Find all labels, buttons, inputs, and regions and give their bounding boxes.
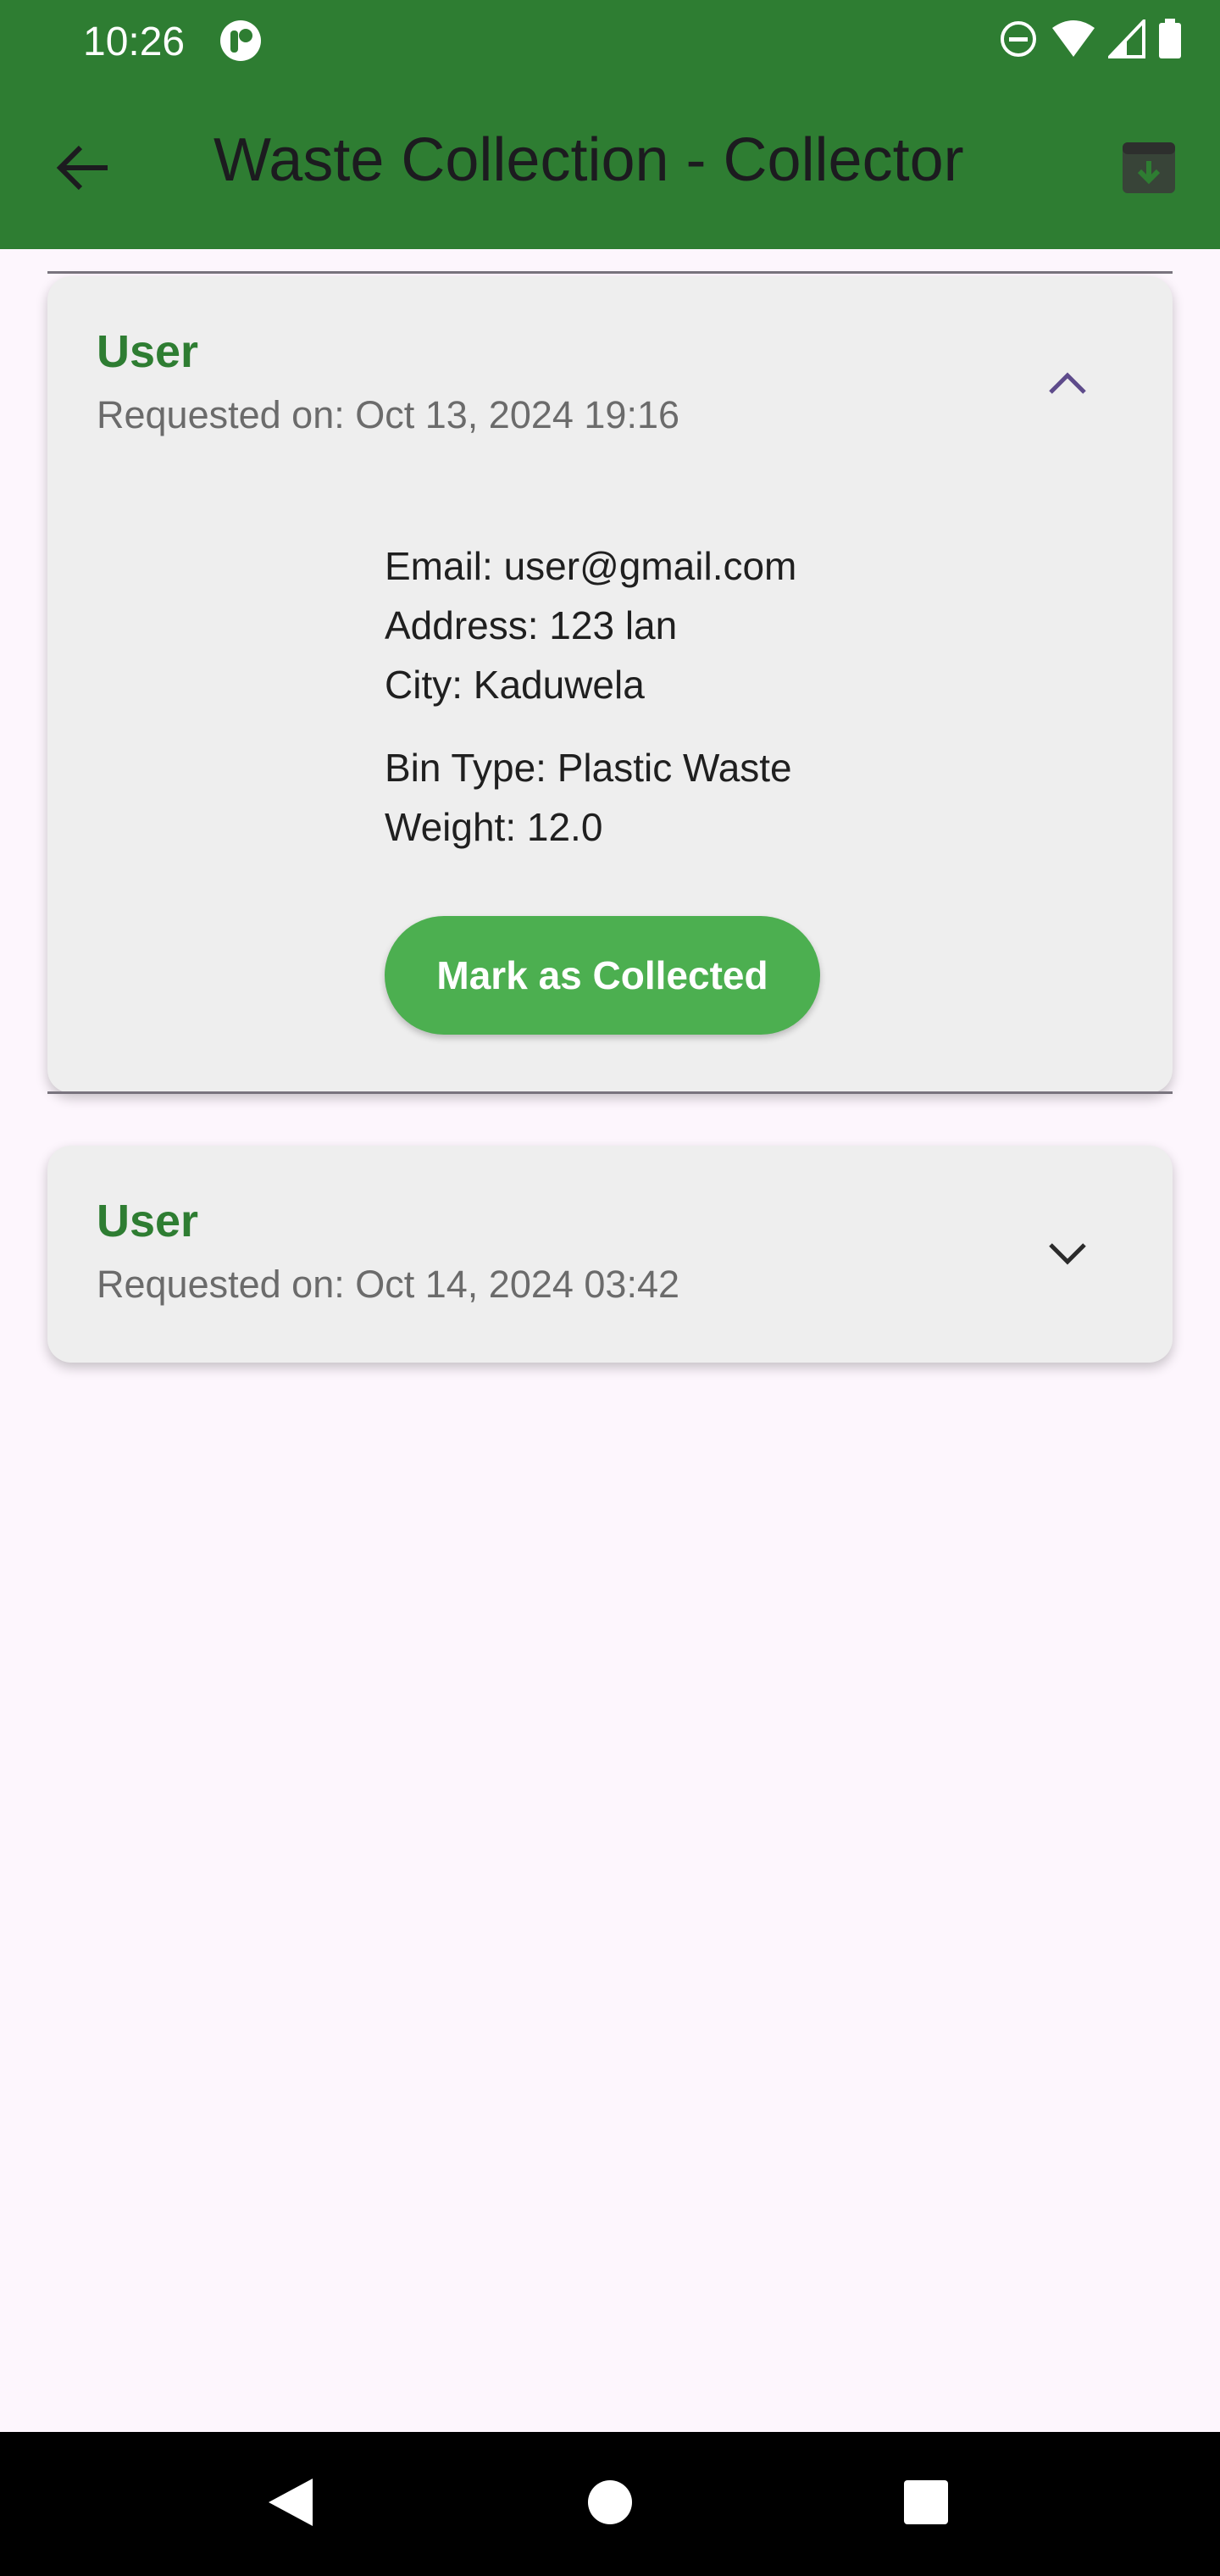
page-title: Waste Collection - Collector bbox=[214, 126, 964, 194]
nav-home-icon bbox=[586, 2479, 634, 2530]
weight-text: Weight: 12.0 bbox=[385, 805, 603, 849]
requester-name: User bbox=[97, 326, 199, 377]
requested-on: Requested on: Oct 14, 2024 03:42 bbox=[97, 1263, 680, 1306]
app-notification-icon bbox=[219, 19, 263, 63]
request-header[interactable]: User Requested on: Oct 13, 2024 19:16 bbox=[47, 276, 1173, 446]
status-time: 10:26 bbox=[83, 19, 186, 64]
archive-icon bbox=[1121, 141, 1177, 199]
request-card-expanded: User Requested on: Oct 13, 2024 19:16 Em… bbox=[47, 276, 1173, 1093]
arrow-back-icon bbox=[55, 144, 111, 196]
chevron-up-icon[interactable] bbox=[1042, 358, 1093, 408]
archive-button[interactable] bbox=[1117, 137, 1181, 202]
battery-icon bbox=[1157, 19, 1183, 59]
nav-home-button[interactable] bbox=[574, 2468, 646, 2540]
system-nav-bar bbox=[0, 2432, 1220, 2576]
app-bar: Waste Collection - Collector bbox=[0, 85, 1220, 249]
status-bar: 10:26 bbox=[0, 0, 1220, 85]
status-icons bbox=[998, 19, 1183, 59]
do-not-disturb-icon bbox=[998, 19, 1039, 59]
mark-as-collected-button[interactable]: Mark as Collected bbox=[385, 916, 820, 1035]
nav-back-icon bbox=[265, 2475, 316, 2534]
wifi-icon bbox=[1051, 19, 1096, 58]
chevron-down-icon[interactable] bbox=[1042, 1229, 1093, 1280]
nav-recents-button[interactable] bbox=[890, 2468, 962, 2540]
request-details: Email: user@gmail.com Address: 123 lan C… bbox=[385, 536, 796, 857]
signal-icon bbox=[1108, 19, 1145, 58]
email-text: Email: user@gmail.com bbox=[385, 544, 797, 588]
request-card-collapsed[interactable]: User Requested on: Oct 14, 2024 03:42 bbox=[47, 1146, 1173, 1363]
back-button[interactable] bbox=[47, 134, 119, 205]
address-text: Address: 123 lan bbox=[385, 603, 678, 647]
requested-on: Requested on: Oct 13, 2024 19:16 bbox=[97, 393, 680, 436]
nav-back-button[interactable] bbox=[254, 2468, 327, 2540]
divider-top bbox=[47, 271, 1173, 274]
bin-type-text: Bin Type: Plastic Waste bbox=[385, 746, 792, 790]
city-text: City: Kaduwela bbox=[385, 663, 645, 707]
requester-name: User bbox=[97, 1196, 199, 1246]
divider-bottom bbox=[47, 1091, 1173, 1094]
nav-recents-icon bbox=[902, 2479, 950, 2530]
